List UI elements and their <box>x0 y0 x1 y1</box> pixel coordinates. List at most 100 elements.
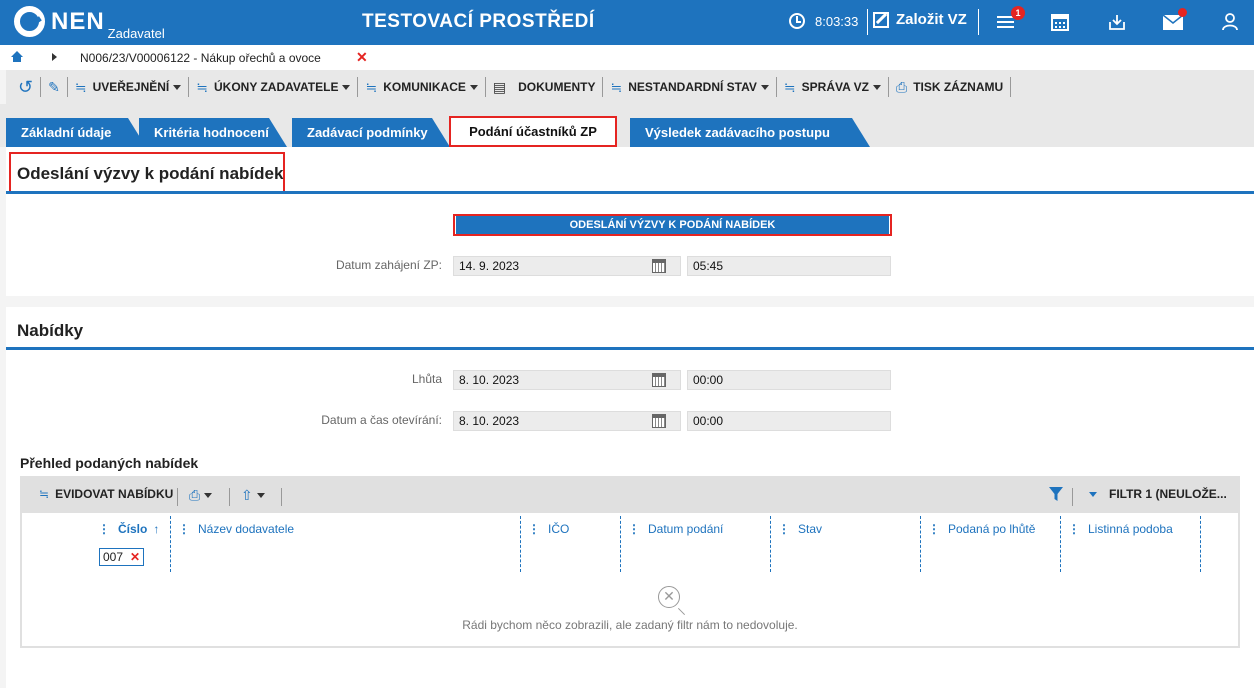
column-header-number[interactable]: ⋮ Číslo ↑ <box>98 522 159 536</box>
calendar-button[interactable] <box>1048 11 1072 33</box>
offers-grid: ≒ EVIDOVAT NABÍDKU ⎙ ⇧ FILTR 1 (NEULOŽE..… <box>20 476 1240 648</box>
close-icon[interactable]: ✕ <box>356 49 368 66</box>
divider <box>978 9 979 35</box>
column-menu-icon[interactable]: ⋮ <box>98 522 110 536</box>
caret-down-icon <box>872 84 881 90</box>
calendar-icon[interactable] <box>652 414 666 428</box>
caret-down-icon <box>760 84 769 90</box>
export-menu[interactable]: ⇧ <box>241 487 265 504</box>
tab-result[interactable]: Výsledek zadávacího postupu <box>630 118 870 147</box>
publish-menu[interactable]: ≒ UVEŘEJNĚNÍ <box>68 77 190 97</box>
empty-state-text: Rádi bychom něco zobrazili, ale zadaný f… <box>462 618 798 632</box>
column-header-submission-date[interactable]: ⋮ Datum podání <box>628 522 723 536</box>
hamburger-menu-button[interactable]: 1 <box>993 6 1025 33</box>
column-header-status[interactable]: ⋮ Stav <box>778 522 822 536</box>
mail-icon <box>1163 14 1183 30</box>
pencil-icon: ✎ <box>48 78 60 95</box>
opening-time-field[interactable]: 00:00 <box>687 411 891 431</box>
refresh-button[interactable]: ↺ <box>6 77 42 97</box>
column-separator[interactable] <box>1060 516 1061 572</box>
column-header-supplier[interactable]: ⋮ Název dodavatele <box>178 522 294 536</box>
start-date-field[interactable]: 14. 9. 2023 <box>453 256 681 276</box>
inbox-download-icon <box>1109 15 1125 30</box>
print-menu[interactable]: ⎙ <box>189 487 213 504</box>
grid-title: Přehled podaných nabídek <box>20 455 199 471</box>
calendar-icon[interactable] <box>652 373 666 387</box>
column-menu-icon[interactable]: ⋮ <box>178 522 190 536</box>
divider <box>867 9 868 35</box>
column-menu-icon[interactable]: ⋮ <box>628 522 640 536</box>
tab-label: Základní údaje <box>21 125 112 140</box>
column-separator[interactable] <box>920 516 921 572</box>
calendar-icon[interactable] <box>652 259 666 273</box>
deadline-date-field[interactable]: 8. 10. 2023 <box>453 370 681 390</box>
column-filter-chip[interactable]: 007 ✕ <box>99 548 144 566</box>
section-title: Nabídky <box>17 321 84 340</box>
nen-logo-icon <box>14 6 45 37</box>
column-separator[interactable] <box>770 516 771 572</box>
print-label: TISK ZÁZNAMU <box>913 80 1004 94</box>
tab-label: Výsledek zadávacího postupu <box>645 125 830 140</box>
column-menu-icon[interactable]: ⋮ <box>528 522 540 536</box>
filter-select[interactable]: FILTR 1 (NEULOŽE... <box>1089 487 1227 501</box>
calendar-icon <box>1051 13 1069 31</box>
tab-tender-conditions[interactable]: Zadávací podmínky <box>292 118 450 147</box>
start-date-label: Datum zahájení ZP: <box>335 258 442 272</box>
empty-search-icon: ✕ <box>658 586 680 608</box>
list-icon: ≒ <box>365 78 378 95</box>
tab-basic-info[interactable]: Základní údaje <box>6 118 146 147</box>
caret-down-icon <box>469 84 478 90</box>
register-offer-label: EVIDOVAT NABÍDKU <box>55 487 174 501</box>
column-separator[interactable] <box>170 516 171 572</box>
breadcrumb-item[interactable]: N006/23/V00006122 - Nákup ořechů a ovoce <box>80 51 321 65</box>
document-icon: ▤ <box>492 78 507 95</box>
nonstandard-menu[interactable]: ≒ NESTANDARDNÍ STAV <box>603 77 777 97</box>
edit-button[interactable]: ✎ <box>41 77 68 97</box>
create-vz-button[interactable]: Založit VZ <box>873 11 967 28</box>
communication-menu[interactable]: ≒ KOMUNIKACE <box>358 77 486 97</box>
column-menu-icon[interactable]: ⋮ <box>928 522 940 536</box>
register-offer-button[interactable]: ≒ EVIDOVAT NABÍDKU <box>39 487 173 501</box>
filter-chip-value: 007 <box>103 550 124 564</box>
column-label: IČO <box>548 522 570 536</box>
column-header-late[interactable]: ⋮ Podaná po lhůtě <box>928 522 1035 536</box>
sort-asc-icon: ↑ <box>153 522 160 536</box>
tab-participant-submissions[interactable]: Podání účastníků ZP <box>449 116 617 147</box>
caret-down-icon <box>1089 491 1097 497</box>
publish-label: UVEŘEJNĚNÍ <box>92 80 170 94</box>
section-divider <box>6 191 1254 194</box>
send-invitation-button[interactable]: ODESLÁNÍ VÝZVY K PODÁNÍ NABÍDEK <box>456 216 889 234</box>
caret-down-icon <box>342 84 351 90</box>
user-button[interactable] <box>1218 11 1242 33</box>
column-menu-icon[interactable]: ⋮ <box>1068 522 1080 536</box>
close-icon[interactable]: ✕ <box>130 549 140 565</box>
column-header-paper-form[interactable]: ⋮ Listinná podoba <box>1068 522 1173 536</box>
messages-button[interactable] <box>1161 8 1187 33</box>
column-separator[interactable] <box>1200 516 1201 572</box>
start-time-field[interactable]: 05:45 <box>687 256 891 276</box>
opening-time-value: 00:00 <box>693 414 724 428</box>
user-icon <box>1222 13 1238 31</box>
column-menu-icon[interactable]: ⋮ <box>778 522 790 536</box>
notification-badge: 1 <box>1011 6 1025 20</box>
opening-date-field[interactable]: 8. 10. 2023 <box>453 411 681 431</box>
clock-time: 8:03:33 <box>815 13 859 29</box>
filter-button[interactable] <box>1049 487 1063 501</box>
inbox-button[interactable] <box>1105 11 1129 33</box>
home-icon[interactable] <box>11 51 23 63</box>
nen-logo[interactable]: NEN Zadavatel <box>14 6 165 41</box>
column-separator[interactable] <box>620 516 621 572</box>
documents-button[interactable]: ▤ DOKUMENTY <box>486 77 604 97</box>
deadline-time-field[interactable]: 00:00 <box>687 370 891 390</box>
print-button[interactable]: ⎙ TISK ZÁZNAMU <box>889 77 1012 97</box>
management-menu[interactable]: ≒ SPRÁVA VZ <box>777 77 889 97</box>
grid-toolbar: ≒ EVIDOVAT NABÍDKU ⎙ ⇧ FILTR 1 (NEULOŽE..… <box>22 478 1238 513</box>
tab-evaluation-criteria[interactable]: Kritéria hodnocení <box>139 118 287 147</box>
unread-dot <box>1178 8 1187 17</box>
column-header-ico[interactable]: ⋮ IČO <box>528 522 569 536</box>
column-separator[interactable] <box>520 516 521 572</box>
actions-menu[interactable]: ≒ ÚKONY ZADAVATELE <box>189 77 359 97</box>
filter-icon <box>1049 487 1063 501</box>
column-label: Název dodavatele <box>198 522 295 536</box>
filter-label: FILTR 1 (NEULOŽE... <box>1109 487 1227 501</box>
